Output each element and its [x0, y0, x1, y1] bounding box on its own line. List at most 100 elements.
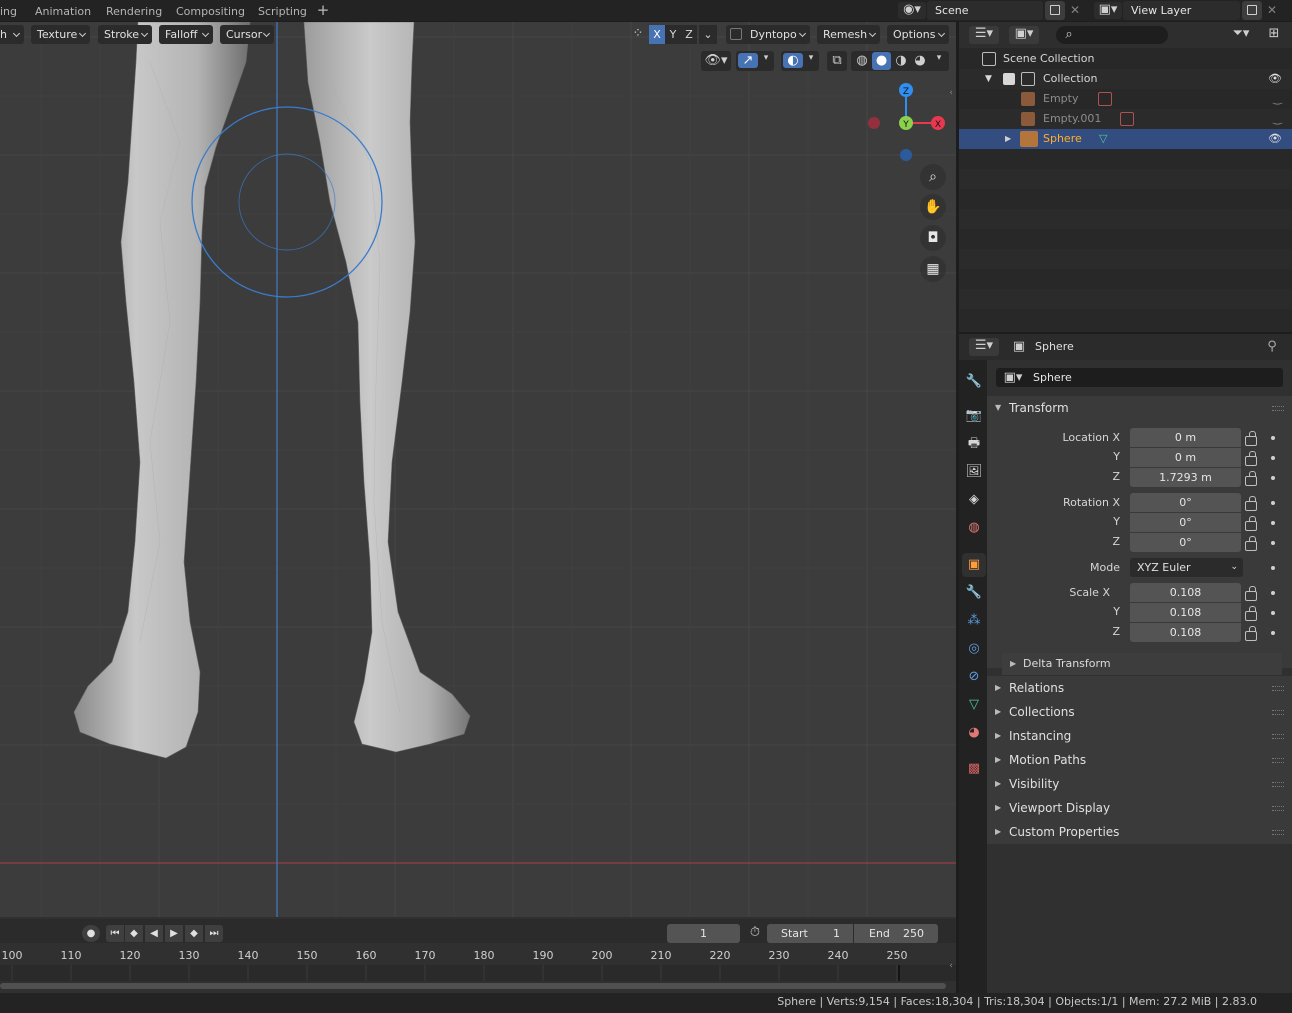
solid-shading-icon[interactable]: ● [872, 52, 891, 70]
lock-icon[interactable] [1245, 626, 1257, 641]
sculpt-mode-dropdown[interactable]: h [0, 25, 24, 44]
workspace-tab-animation[interactable]: Animation [28, 2, 98, 21]
remesh-dropdown[interactable]: Remesh [817, 25, 880, 44]
editor-type-icon[interactable]: ☰▾ [969, 338, 999, 356]
drag-grip-icon[interactable] [1272, 830, 1284, 835]
display-mode-icon[interactable]: ▣▾ [1009, 26, 1039, 44]
modifier-tab-icon[interactable]: 🔧 [962, 581, 986, 605]
scene-tab-icon[interactable]: ◈ [962, 488, 986, 512]
relations-panel-header[interactable]: ▶ Relations [987, 676, 1292, 700]
keyframe-dot-icon[interactable] [1271, 611, 1275, 615]
lock-icon[interactable] [1245, 431, 1257, 446]
view-layer-field[interactable]: View Layer [1123, 1, 1240, 20]
expand-chevron-icon[interactable]: ▶ [1005, 129, 1011, 149]
xray-toggle-icon[interactable]: ⧉ [827, 51, 847, 71]
rotation-z-field[interactable]: 0° [1130, 533, 1241, 552]
object-visibility-icon[interactable]: 👁▾ [701, 51, 731, 71]
preview-range-stopwatch-icon[interactable]: ⏱ [746, 925, 764, 940]
delta-transform-subpanel[interactable]: ▶ Delta Transform [1002, 653, 1282, 675]
collection-exclude-checkbox[interactable] [1003, 73, 1015, 85]
lock-icon[interactable] [1245, 536, 1257, 551]
3d-viewport[interactable]: Z Y X ⌕ ✋ ◘ ▦ ‹ [0, 22, 956, 917]
add-workspace-button[interactable]: + [314, 1, 332, 20]
transform-panel-header[interactable]: ▼ Transform [987, 396, 1292, 420]
keyframe-dot-icon[interactable] [1271, 631, 1275, 635]
expand-chevron-icon[interactable]: ▼ [985, 69, 992, 89]
keyframe-dot-icon[interactable] [1271, 436, 1275, 440]
play-reverse-icon[interactable]: ◀ [145, 925, 163, 942]
scale-y-field[interactable]: 0.108 [1130, 603, 1241, 622]
tool-tab-icon[interactable]: 🔧 [962, 370, 986, 394]
lock-icon[interactable] [1245, 471, 1257, 486]
workspace-tab-sculpting[interactable]: ing [0, 2, 24, 21]
workspace-tab-scripting[interactable]: Scripting [251, 2, 314, 21]
pin-icon[interactable]: ⚲ [1264, 339, 1280, 354]
symmetry-z-button[interactable]: Z [681, 25, 697, 44]
filter-icon[interactable]: ⏷▾ [1226, 26, 1256, 44]
wireframe-shading-icon[interactable]: ◍ [853, 53, 871, 68]
symmetry-y-button[interactable]: Y [665, 25, 681, 44]
particles-tab-icon[interactable]: ⁂ [962, 609, 986, 633]
texture-tab-icon[interactable]: ▩ [962, 757, 986, 781]
location-z-field[interactable]: 1.7293 m [1130, 468, 1241, 487]
workspace-tab-rendering[interactable]: Rendering [99, 2, 169, 21]
jump-end-icon[interactable]: ⏭ [205, 925, 223, 942]
next-keyframe-icon[interactable]: ◆ [185, 925, 203, 942]
end-frame-field[interactable]: End 250 [854, 924, 938, 943]
outliner-row-sphere[interactable]: ▶ Sphere ▽ 👁 [959, 129, 1292, 149]
eye-icon[interactable]: 👁 [1268, 69, 1282, 89]
shading-options-chevron-icon[interactable]: ▾ [931, 53, 947, 63]
rendered-shading-icon[interactable]: ◕ [911, 53, 929, 68]
editor-type-icon[interactable]: ☰▾ [969, 26, 999, 44]
camera-icon[interactable]: ◘ [920, 225, 946, 251]
symmetry-x-button[interactable]: X [649, 25, 665, 44]
material-tab-icon[interactable]: ◕ [962, 721, 986, 745]
scale-x-field[interactable]: 0.108 [1130, 583, 1241, 602]
material-shading-icon[interactable]: ◑ [892, 53, 910, 68]
play-icon[interactable]: ▶ [165, 925, 183, 942]
overlays-toggle-icon[interactable]: ◐ ▾ [781, 51, 819, 71]
mesh-data-tab-icon[interactable]: ▽ [962, 693, 986, 717]
location-x-field[interactable]: 0 m [1130, 428, 1241, 447]
outliner-row-empty[interactable]: Empty ‿ [959, 89, 1292, 109]
keyframe-dot-icon[interactable] [1271, 591, 1275, 595]
keyframe-dot-icon[interactable] [1271, 566, 1275, 570]
keyframe-dot-icon[interactable] [1271, 476, 1275, 480]
delete-scene-icon[interactable]: ✕ [1067, 1, 1083, 20]
eye-closed-icon[interactable]: ‿ [1273, 109, 1282, 129]
grid-icon[interactable]: ▦ [920, 256, 946, 282]
location-y-field[interactable]: 0 m [1130, 448, 1241, 467]
drag-grip-icon[interactable] [1272, 686, 1284, 691]
dyntopo-dropdown[interactable]: Dyntopo [726, 25, 810, 44]
lock-icon[interactable] [1245, 586, 1257, 601]
timeline-collapse-icon[interactable]: ‹ [946, 961, 956, 971]
stroke-dropdown[interactable]: Stroke [98, 25, 152, 44]
cursor-dropdown[interactable]: Cursor [220, 25, 274, 44]
timeline-ruler[interactable]: 100 110 120 130 140 150 160 170 180 190 … [0, 947, 956, 965]
keyframe-dot-icon[interactable] [1271, 521, 1275, 525]
drag-grip-icon[interactable] [1272, 734, 1284, 739]
lock-icon[interactable] [1245, 451, 1257, 466]
options-dropdown[interactable]: Options [887, 25, 949, 44]
keyframe-dot-icon[interactable] [1271, 541, 1275, 545]
timeline-scrollbar[interactable] [0, 983, 946, 989]
hand-pan-icon[interactable]: ✋ [920, 194, 946, 220]
lock-icon[interactable] [1245, 516, 1257, 531]
constraints-tab-icon[interactable]: ⊘ [962, 665, 986, 689]
new-scene-button[interactable] [1045, 1, 1065, 20]
keyframe-dot-icon[interactable] [1271, 456, 1275, 460]
auto-keying-icon[interactable]: ● [82, 925, 100, 942]
visibility-panel-header[interactable]: ▶ Visibility [987, 772, 1292, 796]
drag-grip-icon[interactable] [1272, 406, 1284, 411]
rotation-mode-dropdown[interactable]: XYZ Euler ⌄ [1130, 558, 1243, 577]
current-frame-field[interactable]: 1 [667, 924, 740, 943]
symmetry-options-chevron-icon[interactable]: ⌄ [699, 25, 717, 44]
view-layer-tab-icon[interactable]: 🖼 [962, 460, 986, 484]
scale-z-field[interactable]: 0.108 [1130, 623, 1241, 642]
world-tab-icon[interactable]: ◍ [962, 516, 986, 540]
dyntopo-checkbox[interactable] [730, 28, 742, 40]
rotation-x-field[interactable]: 0° [1130, 493, 1241, 512]
outliner-row-collection[interactable]: ▼ Collection 👁 [959, 69, 1292, 89]
falloff-dropdown[interactable]: Falloff [159, 25, 213, 44]
drag-grip-icon[interactable] [1272, 782, 1284, 787]
